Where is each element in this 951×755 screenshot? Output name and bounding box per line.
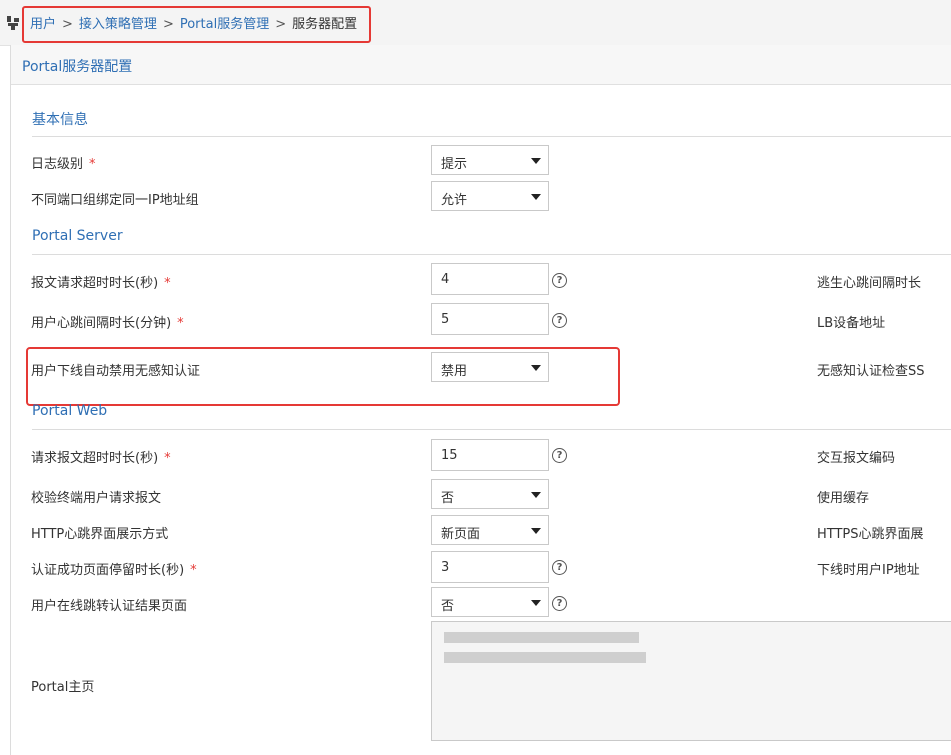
question-circle-icon[interactable]: ? [552, 313, 567, 328]
heartbeat-interval-label: 用户心跳间隔时长(分钟) * [31, 316, 184, 331]
log-level-label: 日志级别 * [31, 157, 96, 172]
auto-disable-highlight-box [26, 347, 620, 406]
caret-down-icon [531, 600, 541, 606]
portal-home-textarea[interactable] [431, 621, 951, 741]
encoding-label: 交互报文编码 [817, 451, 896, 466]
verify-terminal-select[interactable]: 否 [431, 479, 549, 509]
success-stay-input[interactable]: 3 [431, 551, 549, 583]
section-divider [32, 254, 951, 255]
question-circle-icon[interactable]: ? [552, 596, 567, 611]
redacted-text [444, 632, 639, 643]
bind-ip-group-label: 不同端口组绑定同一IP地址组 [31, 193, 199, 208]
caret-down-icon [531, 158, 541, 164]
caret-down-icon [531, 492, 541, 498]
https-heartbeat-label: HTTPS心跳界面展 [817, 527, 924, 542]
bind-ip-group-select[interactable]: 允许 [431, 181, 549, 211]
section-divider [32, 136, 951, 137]
question-circle-icon[interactable]: ? [552, 273, 567, 288]
top-bar: 用户 > 接入策略管理 > Portal服务管理 > 服务器配置 [0, 0, 951, 46]
caret-down-icon [531, 194, 541, 200]
caret-down-icon [531, 528, 541, 534]
redacted-text [444, 652, 646, 663]
breadcrumb-highlight-box [22, 6, 371, 43]
http-heartbeat-mode-label: HTTP心跳界面展示方式 [31, 527, 169, 542]
verify-terminal-label: 校验终端用户请求报文 [31, 491, 162, 506]
http-heartbeat-mode-select[interactable]: 新页面 [431, 515, 549, 545]
req-timeout-server-input[interactable]: 4 [431, 263, 549, 295]
online-redirect-select[interactable]: 否 [431, 587, 549, 617]
req-timeout-server-label: 报文请求超时时长(秒) * [31, 276, 171, 291]
req-timeout-web-input[interactable]: 15 [431, 439, 549, 471]
portal-home-label: Portal主页 [31, 680, 95, 695]
escape-heartbeat-label: 逃生心跳间隔时长 [817, 276, 922, 291]
section-web-title: Portal Web [32, 403, 108, 419]
section-divider [32, 429, 951, 430]
mac-ssl-check-label: 无感知认证检查SS [817, 364, 925, 379]
heartbeat-interval-input[interactable]: 5 [431, 303, 549, 335]
cache-label: 使用缓存 [817, 491, 870, 506]
section-server-title: Portal Server [32, 228, 123, 244]
server-config-panel: Portal服务器配置 基本信息 日志级别 * 提示 不同端口组绑定同一IP地址组… [10, 45, 951, 755]
plug-icon [7, 16, 19, 30]
online-redirect-label: 用户在线跳转认证结果页面 [31, 599, 188, 614]
panel-title: Portal服务器配置 [22, 59, 133, 75]
success-stay-label: 认证成功页面停留时长(秒) * [31, 563, 197, 578]
section-basic-title: 基本信息 [32, 112, 88, 128]
question-circle-icon[interactable]: ? [552, 560, 567, 575]
log-level-select[interactable]: 提示 [431, 145, 549, 175]
lb-address-label: LB设备地址 [817, 316, 886, 331]
question-circle-icon[interactable]: ? [552, 448, 567, 463]
req-timeout-web-label: 请求报文超时时长(秒) * [31, 451, 171, 466]
offline-ip-label: 下线时用户IP地址 [817, 563, 920, 578]
panel-header: Portal服务器配置 [11, 45, 951, 85]
